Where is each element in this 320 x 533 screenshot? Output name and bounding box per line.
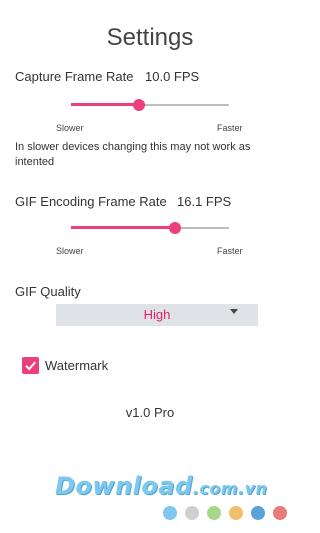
gif-encoding-frame-rate-label: GIF Encoding Frame Rate [15, 194, 167, 209]
watermark-checkbox[interactable] [22, 357, 39, 374]
page-title: Settings [106, 24, 194, 51]
gif-slower-label: Slower [56, 246, 84, 256]
checkmark-icon [25, 361, 36, 371]
capture-frame-rate-label: Capture Frame Rate [15, 69, 134, 84]
performance-note: In slower devices changing this may not … [15, 141, 251, 168]
slider-thumb[interactable] [133, 99, 145, 111]
chevron-down-icon[interactable] [230, 309, 238, 314]
gif-encoding-frame-rate-value: 16.1 FPS [177, 194, 232, 209]
gif-quality-label: GIF Quality [15, 284, 81, 299]
capture-faster-label: Faster [217, 123, 243, 133]
logo-text: Download [55, 472, 193, 500]
slider-thumb[interactable] [169, 222, 181, 234]
gif-encoding-frame-rate-slider[interactable] [71, 219, 229, 237]
capture-slower-label: Slower [56, 123, 84, 133]
gif-quality-dropdown[interactable]: High [56, 304, 258, 326]
slider-fill [71, 103, 139, 106]
logo-dot [273, 506, 287, 520]
watermark-label: Watermark [45, 358, 109, 373]
download-logo: Download.com.vn [55, 472, 267, 500]
logo-dot [163, 506, 177, 520]
logo-dot [229, 506, 243, 520]
logo-suffix: .com.vn [192, 479, 268, 498]
gif-faster-label: Faster [217, 246, 243, 256]
capture-frame-rate-slider[interactable] [71, 96, 229, 114]
logo-dot [207, 506, 221, 520]
slider-fill [71, 226, 175, 229]
logo-dot [185, 506, 199, 520]
logo-dot [251, 506, 265, 520]
version-text: v1.0 Pro [125, 405, 175, 420]
capture-frame-rate-value: 10.0 FPS [145, 69, 200, 84]
